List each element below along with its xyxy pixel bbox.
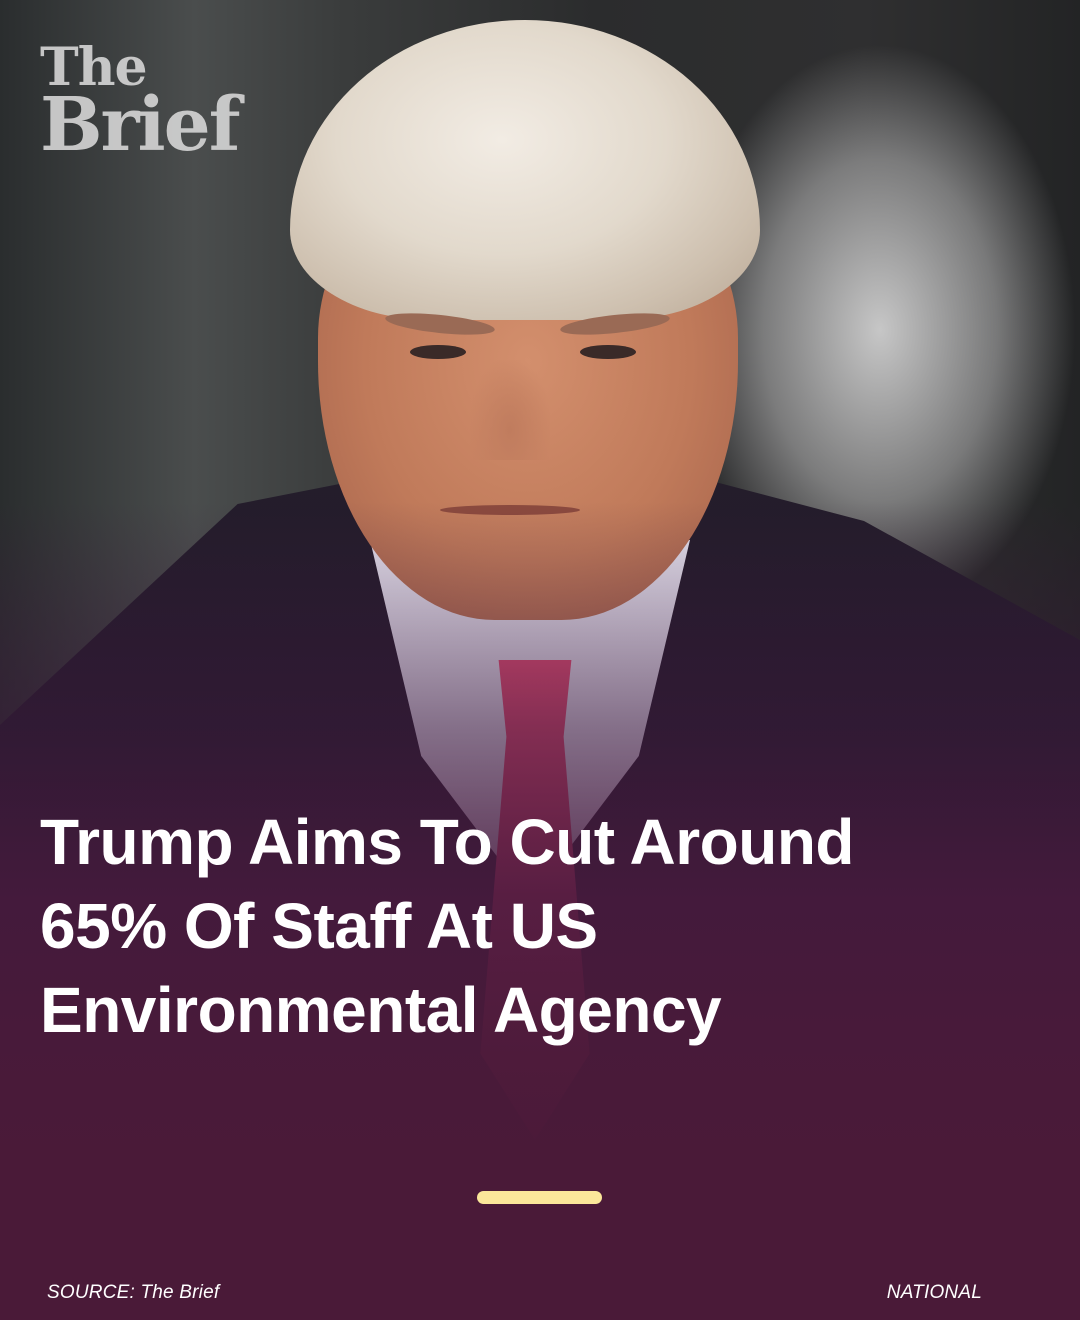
headline-line-2: 65% Of Staff At US <box>40 890 598 962</box>
headline-line-1: Trump Aims To Cut Around <box>40 806 855 878</box>
news-card: The Brief Trump Aims To Cut Around 65% O… <box>0 0 1080 1320</box>
headline: Trump Aims To Cut Around 65% Of Staff At… <box>40 800 1040 1052</box>
source-label: SOURCE: The Brief <box>47 1282 220 1303</box>
category-label: NATIONAL <box>886 1282 982 1303</box>
logo-line-brief: Brief <box>40 82 241 168</box>
gradient-overlay <box>0 0 1080 1320</box>
headline-line-3: Environmental Agency <box>40 974 722 1046</box>
accent-bar <box>477 1191 602 1204</box>
brand-logo: The Brief <box>40 42 241 168</box>
